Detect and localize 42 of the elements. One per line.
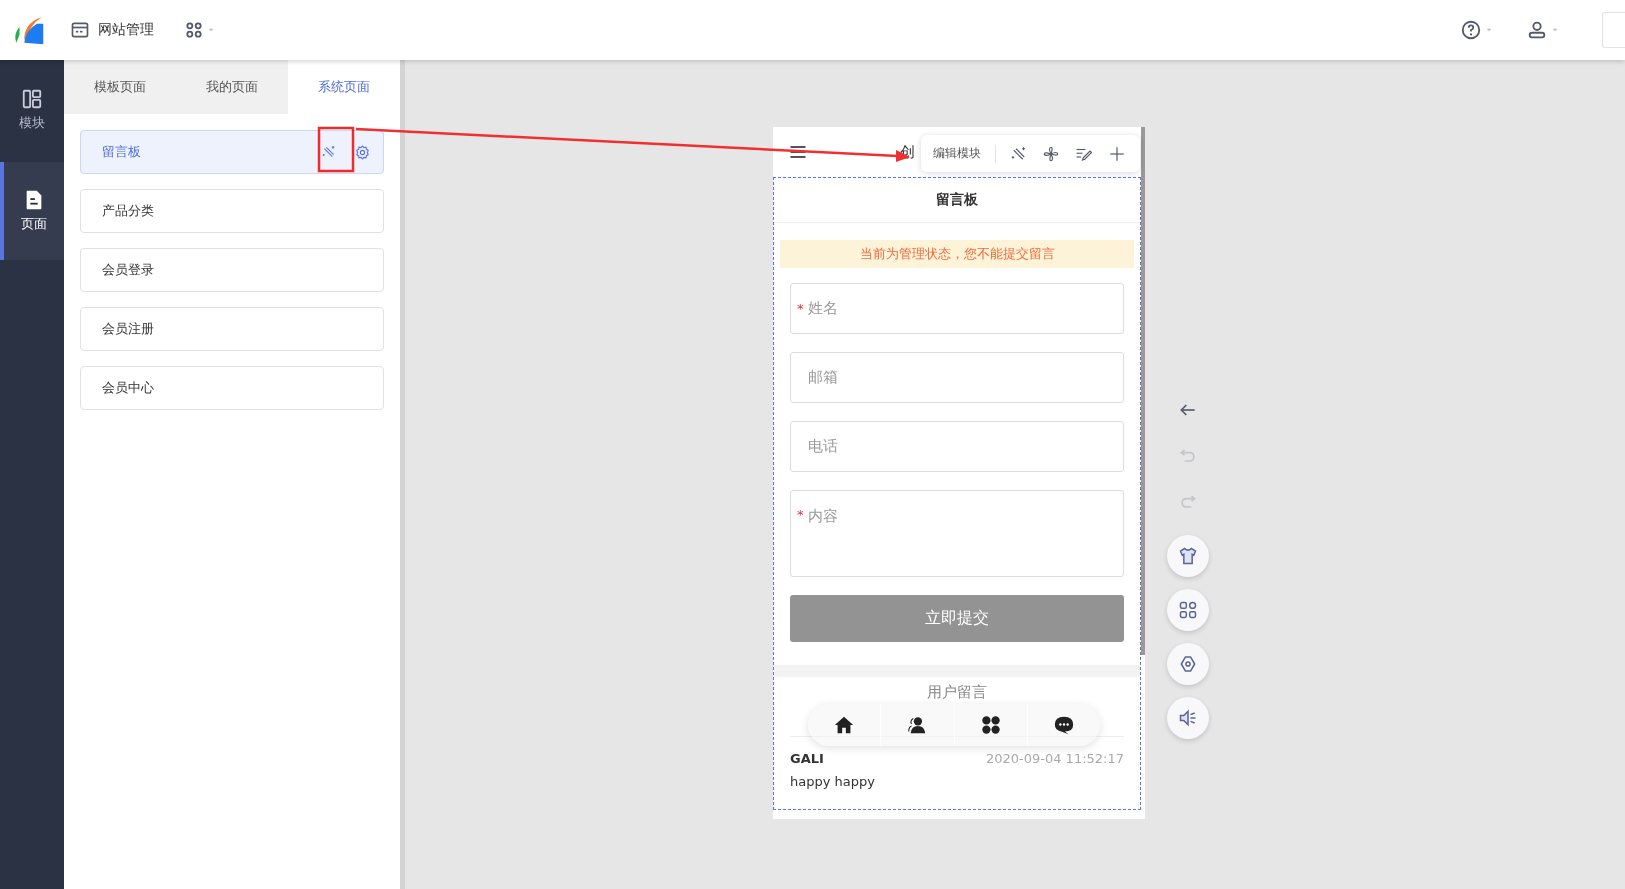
module-title: 留言板 bbox=[774, 178, 1140, 223]
layout-icon bbox=[21, 88, 43, 110]
sidebar-tab[interactable]: 页面 bbox=[0, 162, 64, 260]
settings-icon bbox=[1178, 654, 1198, 674]
message-text: happy happy bbox=[790, 774, 876, 789]
scrollbar[interactable] bbox=[1141, 127, 1145, 655]
apps-icon[interactable] bbox=[979, 714, 1002, 736]
grid-icon bbox=[1178, 600, 1198, 620]
page-item[interactable]: 会员中心 bbox=[80, 366, 384, 410]
page-item[interactable]: 会员登录 bbox=[80, 248, 384, 292]
notice-banner: 当前为管理状态，您不能提交留言 bbox=[780, 240, 1134, 268]
speaker-button[interactable] bbox=[1167, 697, 1209, 739]
grid-icon bbox=[184, 20, 204, 40]
page-item[interactable]: 产品分类 bbox=[80, 189, 384, 233]
pinwheel-icon[interactable] bbox=[1042, 144, 1060, 163]
settings-icon[interactable] bbox=[354, 143, 371, 161]
shirt-icon bbox=[1178, 546, 1198, 566]
grid-button[interactable] bbox=[1167, 589, 1209, 631]
required-mark: * bbox=[797, 507, 805, 522]
textarea-field[interactable]: * 内容 bbox=[790, 490, 1124, 577]
magic-wand-icon[interactable] bbox=[321, 144, 337, 160]
message-author: GALI bbox=[790, 751, 824, 766]
required-mark: * bbox=[797, 301, 805, 316]
plus-icon[interactable] bbox=[1108, 144, 1126, 163]
speaker-icon bbox=[1178, 708, 1198, 728]
chat-icon[interactable] bbox=[1052, 714, 1075, 736]
home-icon[interactable] bbox=[833, 714, 856, 736]
shirt-button[interactable] bbox=[1167, 535, 1209, 577]
tab[interactable]: 模板页面 bbox=[64, 60, 176, 114]
help-icon bbox=[1460, 19, 1482, 41]
edit-module-button[interactable]: 编辑模块 bbox=[933, 145, 981, 162]
browser-icon bbox=[70, 20, 90, 40]
sidebar-tab[interactable]: 模块 bbox=[0, 78, 64, 142]
page-item[interactable]: 留言板 bbox=[80, 130, 384, 174]
settings-button[interactable] bbox=[1167, 643, 1209, 685]
page-item[interactable]: 会员注册 bbox=[80, 307, 384, 351]
tab[interactable]: 我的页面 bbox=[176, 60, 288, 114]
highlight-box bbox=[317, 126, 355, 173]
message-time: 2020-09-04 11:52:17 bbox=[985, 751, 1124, 766]
user-icon bbox=[1526, 19, 1548, 41]
input-field[interactable]: * 姓名 bbox=[790, 283, 1124, 334]
site-management-link[interactable]: 网站管理 bbox=[70, 20, 154, 40]
